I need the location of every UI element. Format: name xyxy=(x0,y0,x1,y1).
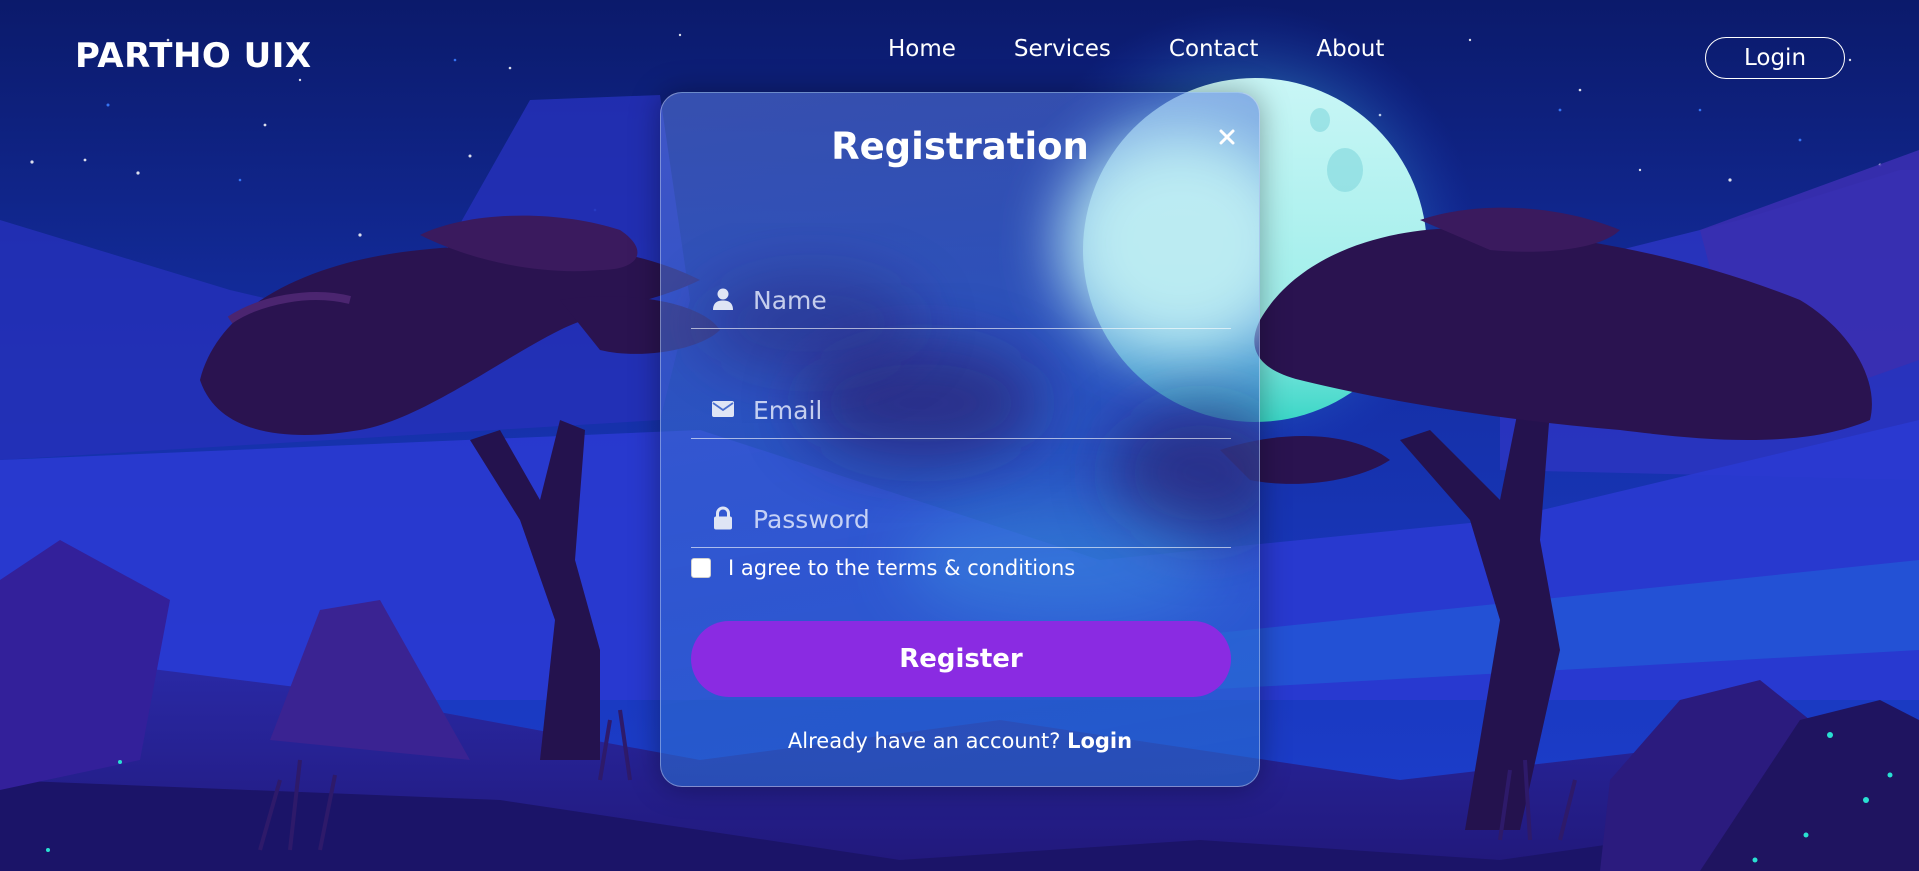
close-icon[interactable] xyxy=(1213,123,1241,151)
header-login-button[interactable]: Login xyxy=(1705,37,1845,79)
terms-row: I agree to the terms & conditions xyxy=(691,556,1075,580)
modal-title: Registration xyxy=(831,125,1089,168)
lock-icon xyxy=(711,506,735,530)
login-prompt: Already have an account? Login xyxy=(661,729,1259,753)
registration-modal: Registration Name Email I agree to the t… xyxy=(660,92,1260,787)
name-field xyxy=(691,273,1231,329)
logo[interactable]: PARTHO UIX xyxy=(75,36,312,76)
register-button[interactable]: Register xyxy=(691,621,1231,697)
password-field xyxy=(691,492,1231,548)
envelope-icon xyxy=(711,397,735,421)
email-field xyxy=(691,383,1231,439)
nav-about[interactable]: About xyxy=(1316,36,1384,62)
nav-home[interactable]: Home xyxy=(888,36,956,62)
nav-contact[interactable]: Contact xyxy=(1169,36,1258,62)
name-input[interactable] xyxy=(751,281,1225,319)
login-prompt-text: Already have an account? xyxy=(787,729,1068,753)
password-input[interactable] xyxy=(751,500,1225,538)
email-input[interactable] xyxy=(751,391,1225,429)
login-link[interactable]: Login xyxy=(1067,729,1132,753)
main-nav: Home Services Contact About xyxy=(888,36,1384,62)
user-icon xyxy=(711,287,735,311)
nav-services[interactable]: Services xyxy=(1014,36,1111,62)
terms-checkbox[interactable] xyxy=(691,558,711,578)
terms-label[interactable]: I agree to the terms & conditions xyxy=(728,556,1075,580)
